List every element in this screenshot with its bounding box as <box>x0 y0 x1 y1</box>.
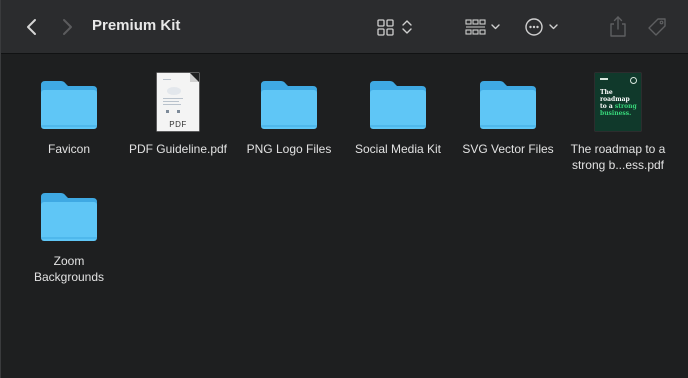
file-item[interactable]: SVG Vector Files <box>453 69 563 157</box>
back-button[interactable] <box>21 15 43 39</box>
book-cover-thumbnail: The roadmap to a strong business. <box>583 69 653 131</box>
group-by-button[interactable] <box>463 15 503 39</box>
window-title: Premium Kit <box>92 17 181 34</box>
forward-button[interactable] <box>56 15 78 39</box>
file-item[interactable]: PNG Logo Files <box>234 69 344 157</box>
pdf-badge: PDF <box>169 120 187 129</box>
folder-icon <box>473 69 543 131</box>
more-actions-button[interactable] <box>522 15 562 39</box>
tags-button[interactable] <box>644 14 670 40</box>
folder-icon <box>363 69 433 131</box>
share-icon <box>610 16 626 37</box>
file-item[interactable]: Favicon <box>14 69 124 157</box>
pdf-document-icon: PDF <box>143 69 213 131</box>
folder-icon <box>34 69 104 131</box>
file-name: PDF Guideline.pdf <box>128 142 228 156</box>
cover-text: strong <box>614 103 637 110</box>
file-name: SVG Vector Files <box>462 142 554 156</box>
finder-window: Premium Kit Favicon PDF PDF Guideline.pd… <box>0 0 688 378</box>
cover-text: business. <box>600 110 632 117</box>
folder-icon <box>254 69 324 131</box>
toolbar: Premium Kit <box>1 0 688 54</box>
file-name: Favicon <box>47 142 91 156</box>
file-item[interactable]: Zoom Backgrounds <box>14 181 124 285</box>
ellipsis-circle-icon <box>525 18 558 36</box>
icon-grid-view-icon <box>377 19 412 36</box>
file-name: PNG Logo Files <box>246 142 332 156</box>
file-grid: Favicon PDF PDF Guideline.pdf PNG Logo F… <box>1 54 688 378</box>
file-name: Social Media Kit <box>354 142 442 156</box>
view-mode-button[interactable] <box>373 15 415 39</box>
tag-icon <box>648 18 666 36</box>
cover-text: roadmap <box>600 96 630 103</box>
folder-icon <box>34 181 104 243</box>
cover-text: to a <box>600 103 613 110</box>
file-item[interactable]: PDF PDF Guideline.pdf <box>123 69 233 157</box>
file-item[interactable]: Social Media Kit <box>343 69 453 157</box>
file-item[interactable]: The roadmap to a strong business. The ro… <box>563 69 673 173</box>
share-button[interactable] <box>606 13 630 41</box>
chevron-left-icon <box>27 19 36 35</box>
chevron-right-icon <box>63 19 72 35</box>
file-name: The roadmap to a strong b...ess.pdf <box>570 142 666 172</box>
file-name: Zoom Backgrounds <box>33 254 105 284</box>
group-by-icon <box>465 19 500 35</box>
cover-text: The <box>600 89 613 96</box>
